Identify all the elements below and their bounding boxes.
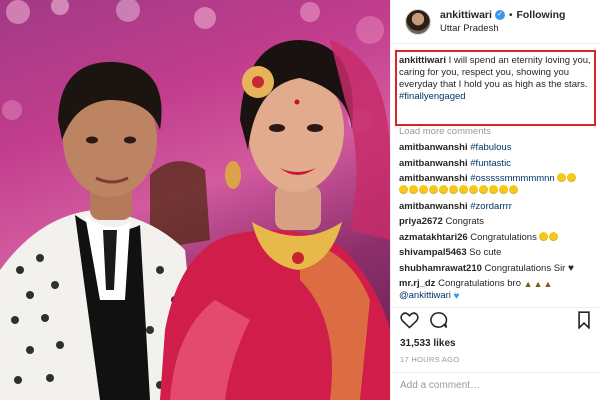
- comment-item: amitbanwanshi #osssssmmmmmnn: [399, 173, 595, 197]
- post-photo[interactable]: [0, 0, 390, 400]
- follow-separator: •: [508, 9, 513, 21]
- header-text: ankittiwari ✓ • Following Uttar Pradesh: [440, 9, 565, 35]
- party-popper-emoji-icon: ▲: [543, 279, 553, 289]
- post-sidebar: ankittiwari ✓ • Following Uttar Pradesh …: [390, 0, 600, 400]
- comment-hashtag[interactable]: #funtastic: [470, 158, 511, 169]
- comment-item: amitbanwanshi #fabulous: [399, 142, 595, 154]
- shocked-face-emoji-icon: [419, 185, 428, 194]
- heart-outline-icon[interactable]: [400, 311, 419, 332]
- avatar[interactable]: [405, 8, 431, 35]
- smiling-face-emoji-icon: [549, 231, 559, 241]
- comment-item: shubhamrawat210 Congratulations Sir ♥: [399, 263, 595, 275]
- comment-item: priya2672 Congrats: [399, 216, 595, 228]
- comment-item: mr.rj_dz Congratulations bro ▲▲▲ @ankitt…: [399, 278, 595, 303]
- comment-text: So cute: [469, 247, 502, 258]
- smiling-face-emoji-icon: [539, 231, 549, 241]
- comment-username[interactable]: amitbanwanshi: [399, 142, 468, 153]
- comment-item: azmatakhtari26 Congratulations: [399, 231, 595, 244]
- shocked-face-emoji-icon: [469, 185, 478, 194]
- comment-username[interactable]: shubhamrawat210: [399, 263, 482, 274]
- header-row: ankittiwari ✓ • Following: [440, 9, 565, 22]
- comment-hashtag[interactable]: #fabulous: [470, 142, 511, 153]
- verified-badge-icon: ✓: [494, 10, 505, 20]
- comment-mention[interactable]: @ankittiwari: [399, 290, 451, 301]
- location-link[interactable]: Uttar Pradesh: [440, 22, 565, 35]
- author-username[interactable]: ankittiwari: [440, 9, 492, 22]
- shocked-face-emoji-icon: [459, 185, 468, 194]
- comments-list: amitbanwanshi #fabulous amitbanwanshi #f…: [399, 142, 595, 307]
- shocked-face-emoji-icon: [489, 185, 498, 194]
- comment-username[interactable]: priya2672: [399, 216, 443, 227]
- comment-text: Congratulations Sir: [484, 262, 566, 274]
- shocked-face-emoji-icon: [399, 185, 408, 194]
- comment-item: shivampal5463 So cute: [399, 247, 595, 259]
- actions-divider: [391, 307, 600, 308]
- post-caption: ankittiwari I will spend an eternity lov…: [399, 55, 593, 103]
- blue-heart-emoji-icon: ♥: [453, 291, 460, 302]
- following-button[interactable]: Following: [516, 9, 565, 22]
- post-actions: [400, 311, 592, 335]
- shocked-face-emoji-icon: [499, 185, 508, 194]
- comment-username[interactable]: azmatakhtari26: [399, 232, 468, 243]
- shocked-face-emoji-icon: [479, 185, 488, 194]
- load-more-comments-button[interactable]: Load more comments: [399, 126, 491, 137]
- likes-count[interactable]: 31,533 likes: [400, 338, 456, 349]
- comment-hashtag[interactable]: #osssssmmmmmnn: [470, 173, 554, 184]
- comment-username[interactable]: mr.rj_dz: [399, 278, 435, 289]
- post-timestamp: 17 HOURS AGO: [400, 355, 460, 364]
- engagement-photo-illustration: [0, 0, 390, 400]
- comment-text: Congratulations: [470, 231, 537, 243]
- party-popper-emoji-icon: ▲: [523, 279, 533, 289]
- comment-username[interactable]: amitbanwanshi: [399, 158, 468, 169]
- shocked-face-emoji-icon: [567, 173, 577, 182]
- comment-username[interactable]: amitbanwanshi: [399, 201, 468, 212]
- instagram-post: ankittiwari ✓ • Following Uttar Pradesh …: [0, 0, 600, 400]
- comment-bubble-icon[interactable]: [429, 311, 448, 332]
- black-heart-emoji-icon: ♥: [567, 262, 574, 274]
- caption-hashtag[interactable]: #finallyengaged: [399, 91, 466, 102]
- comment-hashtag[interactable]: #zordarrrr: [470, 201, 512, 212]
- shocked-face-emoji-icon: [439, 185, 448, 194]
- comment-username[interactable]: shivampal5463: [399, 247, 467, 258]
- comment-text: Congratulations bro: [438, 278, 521, 289]
- comment-item: amitbanwanshi #funtastic: [399, 158, 595, 170]
- comment-username[interactable]: amitbanwanshi: [399, 173, 468, 184]
- caption-username[interactable]: ankittiwari: [399, 55, 446, 66]
- shocked-face-emoji-icon: [429, 185, 438, 194]
- comment-text: Congrats: [445, 216, 485, 227]
- party-popper-emoji-icon: ▲: [533, 279, 543, 289]
- shocked-face-emoji-icon: [509, 185, 518, 194]
- post-header: ankittiwari ✓ • Following Uttar Pradesh: [391, 0, 600, 44]
- add-comment-input[interactable]: [400, 380, 590, 391]
- bookmark-icon[interactable]: [577, 311, 591, 332]
- shocked-face-emoji-icon: [409, 185, 418, 194]
- shocked-face-emoji-icon: [449, 185, 458, 194]
- shocked-face-emoji-icon: [557, 173, 567, 182]
- comment-item: amitbanwanshi #zordarrrr: [399, 201, 595, 213]
